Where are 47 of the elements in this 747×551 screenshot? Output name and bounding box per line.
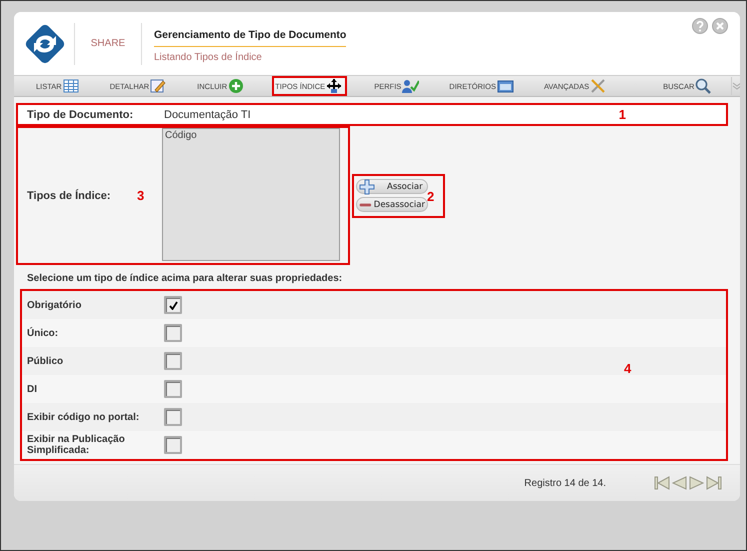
disassociate-button[interactable]: Desassociar [356,197,428,212]
check-icon [168,300,178,310]
checkbox[interactable] [164,380,182,398]
close-icon [714,20,726,32]
chevron-icon [732,82,740,90]
brand-name: SHARE [90,38,126,49]
minus-icon [359,200,372,208]
annotation-number: 2 [427,188,434,204]
list-box[interactable]: Código [162,128,340,261]
close-button[interactable] [712,18,728,34]
annotation-number: 3 [137,188,144,203]
page-subtitle: Listando Tipos de Índice [154,52,263,62]
field-value: Documentação TI [164,108,251,120]
list-item[interactable]: Código [163,129,339,142]
help-button[interactable] [692,18,708,34]
field-label: Tipo de Documento: [27,108,134,120]
expand-button[interactable] [731,77,740,95]
checkbox[interactable] [164,436,182,454]
plus-circle-icon [228,78,246,94]
checkbox[interactable] [164,408,182,426]
annotation-number: 1 [618,107,626,122]
field-label: Único: [27,328,60,338]
record-count: Registro 14 de 14. [524,478,606,488]
field-label: Tipos de Índice: [27,190,111,202]
field-label: DI [27,384,38,394]
field-label: Exibir na Publicação Simplificada: [27,434,126,456]
first-page-button[interactable] [654,475,671,491]
field-label: Exibir código no portal: [27,412,140,422]
question-icon [694,20,706,32]
move-arrows-icon [326,78,344,94]
checkbox[interactable] [164,352,182,370]
next-page-button[interactable] [688,475,705,491]
last-page-button[interactable] [705,475,722,491]
previous-page-button[interactable] [671,475,688,491]
field-label: Público [27,356,64,366]
associate-button[interactable]: Associar [356,179,428,194]
user-check-icon [402,78,420,94]
instruction-text: Selecione um tipo de índice acima para alterar suas propriedades: [26,272,344,286]
search-icon [695,78,712,94]
field-label: Obrigatório [27,300,82,310]
annotation-number: 4 [624,361,632,376]
checkbox[interactable] [164,324,182,342]
table-icon [62,78,80,94]
checkbox[interactable] [164,296,182,314]
plus-icon [359,178,377,194]
page-title: Gerenciamento de Tipo de Documento [154,28,346,46]
edit-icon [150,78,168,94]
